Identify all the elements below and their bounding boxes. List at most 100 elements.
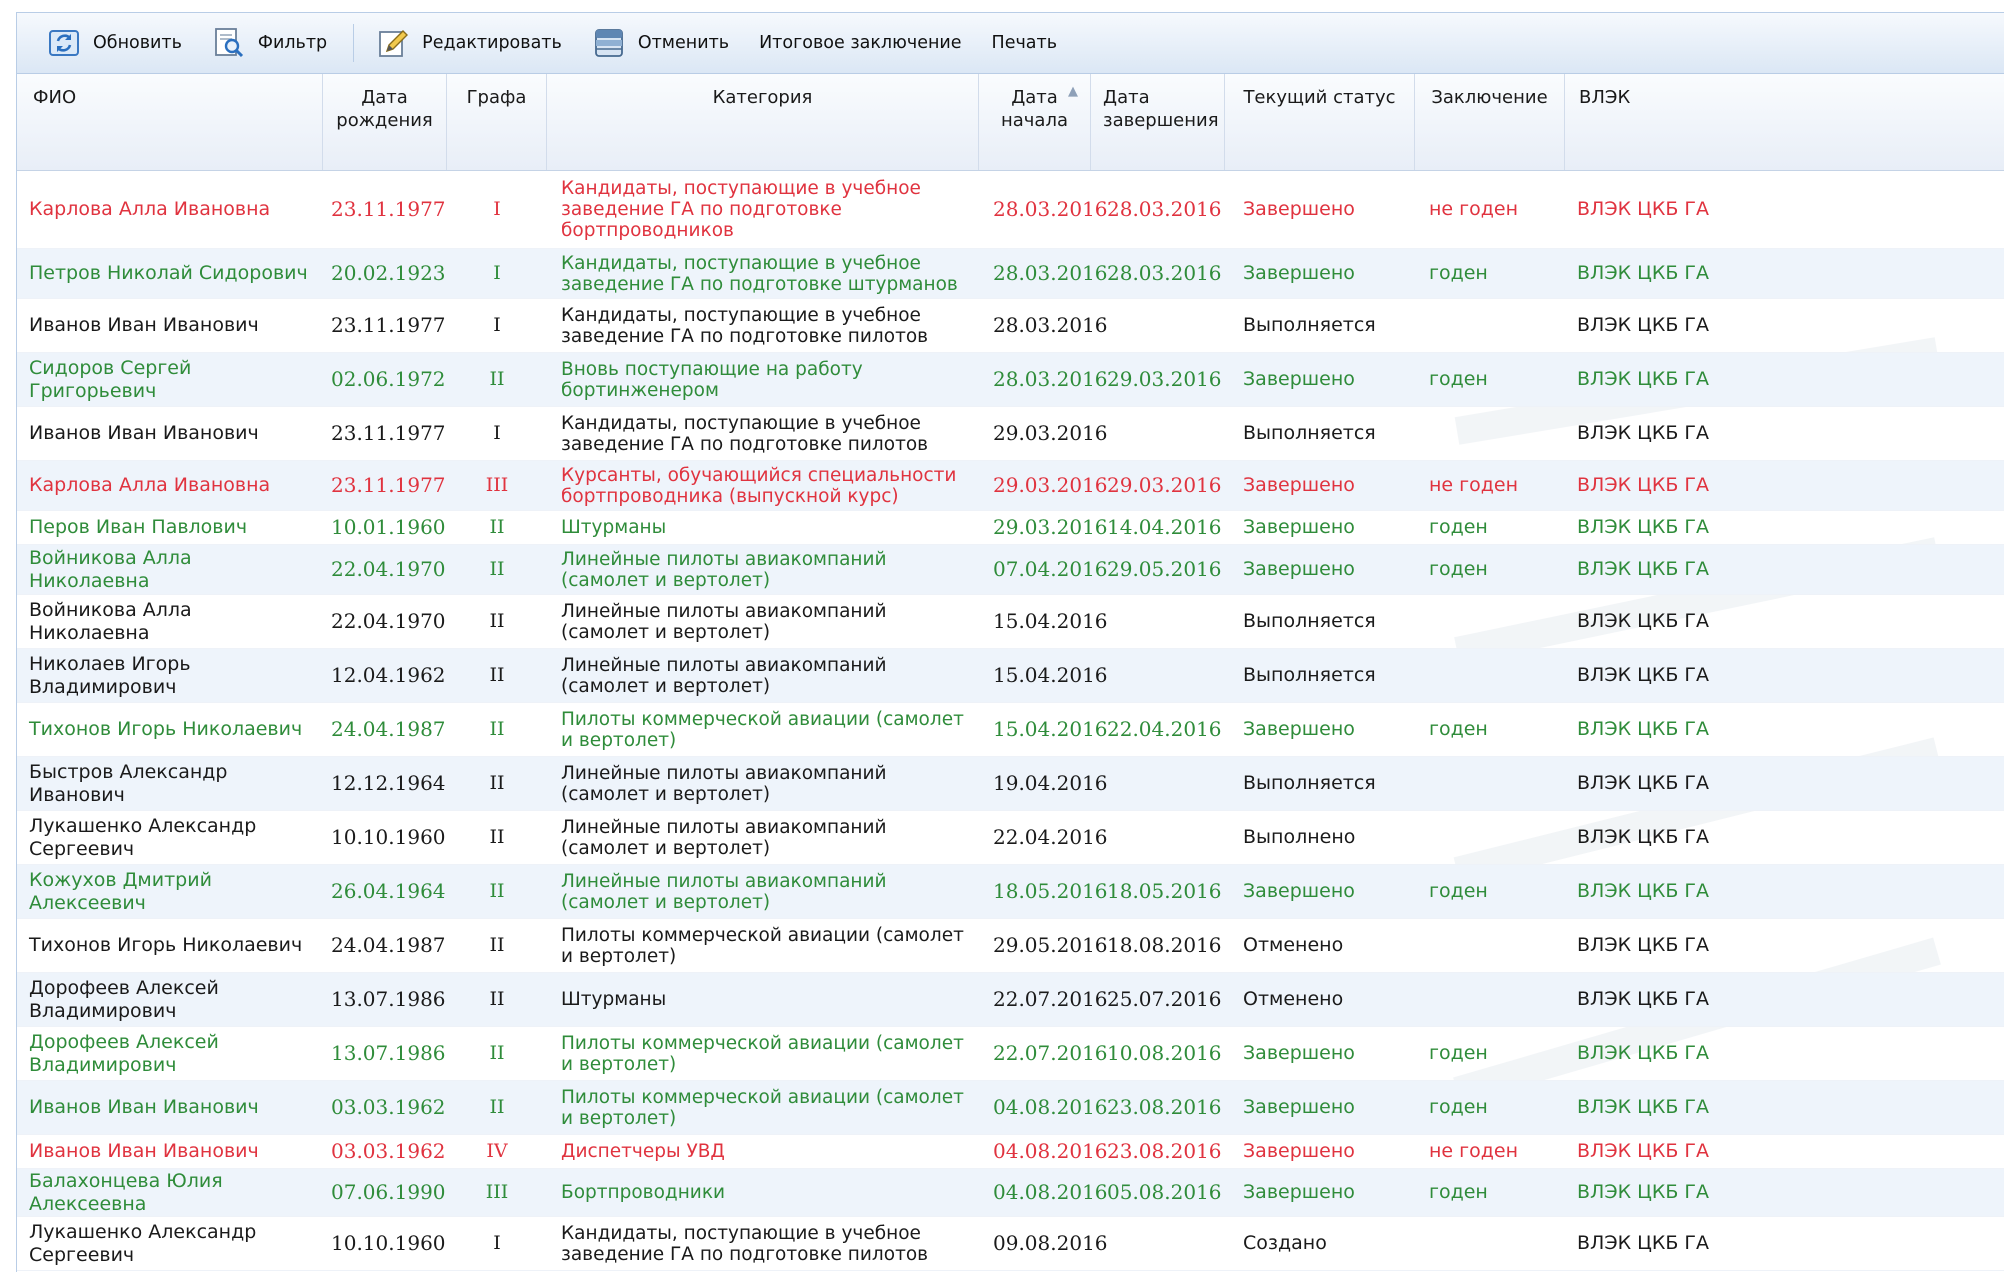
cell-fio: Войникова Алла Николаевна [29,598,192,644]
cell-start-date: 22.04.2016 [993,825,1108,849]
refresh-label: Обновить [93,33,182,53]
cell-conclusion: не годен [1429,198,1519,220]
cell-start-date: 29.05.2016 [993,933,1108,957]
table-row[interactable]: Дорофеев Алексей Владимирович 13.07.1986 I… [17,1027,2004,1081]
column-header-fio[interactable]: ФИО [17,74,323,170]
final-conclusion-label: Итоговое заключение [759,33,962,53]
table-row[interactable]: Перов Иван Павлович 10.01.1960 II Штурманы 2… [17,511,2004,545]
cell-status: Выполняется [1243,610,1376,632]
column-header-start[interactable]: Дата начала ▲ [979,74,1091,170]
table-row[interactable]: Кожухов Дмитрий Алексеевич 26.04.1964 II Ли… [17,865,2004,919]
table-row[interactable]: Петров Николай Сидорович 20.02.1923 I Канди… [17,249,2004,299]
table-row[interactable]: Быстров Александр Иванович 12.12.1964 II Ли… [17,757,2004,811]
cell-status: Отменено [1243,988,1344,1010]
table-row[interactable]: Лукашенко Александр Сергеевич 10.10.1960 I… [17,811,2004,865]
cell-grafa: II [489,880,505,902]
cell-start-date: 28.03.2016 [993,197,1108,221]
column-header-status[interactable]: Текущий статус [1225,74,1415,170]
cell-start-date: 15.04.2016 [993,609,1108,633]
table-row[interactable]: Лукашенко Александр Сергеевич 10.10.1960 I… [17,1217,2004,1271]
print-button[interactable]: Печать [984,21,1066,65]
table-row[interactable]: Иванов Иван Иванович 03.03.1962 IV Диспетче… [17,1135,2004,1169]
cell-category: Линейные пилоты авиакомпаний (самолет и … [561,654,887,697]
table-row[interactable]: Карлова Алла Ивановна 23.11.1977 III Курсан… [17,461,2004,511]
cell-status: Отменено [1243,934,1344,956]
table-row[interactable]: Балахонцева Юлия Алексеевна 07.06.1990 III… [17,1169,2004,1217]
cell-vlek: ВЛЭК ЦКБ ГА [1577,314,1710,336]
cell-end-date: 10.08.2016 [1107,1041,1222,1065]
table-row[interactable]: Иванов Иван Иванович 03.03.1962 II Пилоты к… [17,1081,2004,1135]
cell-category: Бортпроводники [561,1182,726,1203]
cell-birth-date: 10.01.1960 [331,515,446,539]
column-header-conclusion-label: Заключение [1431,87,1548,108]
cell-fio: Быстров Александр Иванович [29,760,228,806]
cell-birth-date: 12.12.1964 [331,771,446,795]
cell-grafa: IV [486,1140,508,1162]
table-row[interactable]: Карлова Алла Ивановна 23.11.1977 I Кандидат… [17,171,2004,249]
cancel-button[interactable]: Отменить [584,21,737,65]
table-row[interactable]: Сидоров Сергей Григорьевич 02.06.1972 II Вн… [17,353,2004,407]
cell-vlek: ВЛЭК ЦКБ ГА [1577,880,1710,902]
cell-end-date [1091,811,1225,864]
cell-end-date [1091,299,1225,352]
cell-start-date: 15.04.2016 [993,717,1108,741]
cell-grafa: II [489,934,505,956]
cell-vlek: ВЛЭК ЦКБ ГА [1577,198,1710,220]
cell-category: Диспетчеры УВД [561,1141,725,1162]
cell-vlek: ВЛЭК ЦКБ ГА [1577,610,1710,632]
cell-start-date: 29.03.2016 [993,473,1108,497]
cell-start-date: 07.04.2016 [993,557,1108,581]
refresh-button[interactable]: Обновить [39,21,190,65]
cell-grafa: I [493,262,501,284]
cell-fio: Карлова Алла Ивановна [29,474,271,496]
cell-start-date: 29.03.2016 [993,515,1108,539]
cell-birth-date: 10.10.1960 [331,1231,446,1255]
cell-birth-date: 22.04.1970 [331,557,446,581]
cell-end-date: 18.08.2016 [1107,933,1222,957]
cell-category: Кандидаты, поступающие в учебное заведен… [561,304,929,347]
column-header-category[interactable]: Категория [547,74,979,170]
table-row[interactable]: Войникова Алла Николаевна 22.04.1970 II Лин… [17,545,2004,595]
cell-grafa: I [493,1232,501,1254]
cell-grafa: II [489,1042,505,1064]
column-header-vlek[interactable]: ВЛЭК [1565,74,2004,170]
cell-start-date: 22.07.2016 [993,987,1108,1011]
cell-start-date: 29.03.2016 [993,421,1108,445]
cell-status: Завершено [1243,1096,1355,1118]
cell-birth-date: 02.06.1972 [331,367,446,391]
cell-grafa: II [489,718,505,740]
table-row[interactable]: Тихонов Игорь Николаевич 24.04.1987 II Пило… [17,703,2004,757]
cell-vlek: ВЛЭК ЦКБ ГА [1577,772,1710,794]
column-header-conclusion[interactable]: Заключение [1415,74,1565,170]
cell-vlek: ВЛЭК ЦКБ ГА [1577,988,1710,1010]
table-row[interactable]: Дорофеев Алексей Владимирович 13.07.1986 I… [17,973,2004,1027]
cell-birth-date: 03.03.1962 [331,1139,446,1163]
table-row[interactable]: Иванов Иван Иванович 23.11.1977 I Кандидаты… [17,299,2004,353]
table-row[interactable]: Войникова Алла Николаевна 22.04.1970 II Лин… [17,595,2004,649]
cell-grafa: I [493,198,501,220]
cell-end-date [1091,407,1225,460]
table-row[interactable]: Иванов Иван Иванович 23.11.1977 I Кандидаты… [17,407,2004,461]
edit-button[interactable]: Редактировать [368,21,570,65]
cell-status: Выполняется [1243,422,1376,444]
column-header-end-label: Дата завершения [1103,87,1219,131]
column-header-start-label: Дата начала [1001,87,1068,131]
cell-status: Завершено [1243,718,1355,740]
cell-fio: Иванов Иван Иванович [29,1096,259,1118]
cell-grafa: II [489,610,505,632]
column-header-birth[interactable]: Дата рождения [323,74,447,170]
cell-status: Завершено [1243,558,1355,580]
column-header-grafa[interactable]: Графа [447,74,547,170]
cell-start-date: 22.07.2016 [993,1041,1108,1065]
cell-start-date: 04.08.2016 [993,1139,1108,1163]
table-row[interactable]: Тихонов Игорь Николаевич 24.04.1987 II Пило… [17,919,2004,973]
cell-category: Пилоты коммерческой авиации (самолет и в… [561,1086,964,1129]
final-conclusion-button[interactable]: Итоговое заключение [751,21,969,65]
cell-fio: Иванов Иван Иванович [29,1140,259,1162]
table-row[interactable]: Николаев Игорь Владимирович 12.04.1962 II Л… [17,649,2004,703]
column-header-status-label: Текущий статус [1243,87,1396,108]
filter-button[interactable]: Фильтр [204,21,335,65]
cell-end-date: 29.03.2016 [1107,473,1222,497]
column-header-end[interactable]: Дата завершения [1091,74,1225,170]
cell-category: Вновь поступающие на работу бортинженеро… [561,358,863,401]
